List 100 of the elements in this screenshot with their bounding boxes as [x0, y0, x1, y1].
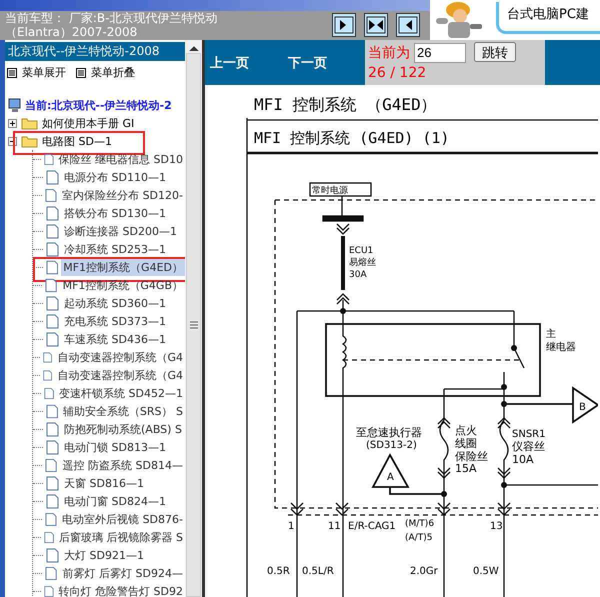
page-icon: [46, 170, 59, 184]
tree-page-item[interactable]: 冷却系统 SD253—1: [62, 240, 168, 258]
tree-page-item[interactable]: 电动室外后视镜 SD876-: [60, 510, 185, 528]
diagram-label: 0.5R: [267, 566, 290, 577]
layout-button[interactable]: [332, 13, 356, 37]
page-icon: [46, 494, 59, 508]
page-icon: [44, 530, 54, 544]
diagram-label: 0.5L/R: [302, 566, 334, 577]
scrollbar[interactable]: [185, 40, 202, 597]
page-icon: [43, 350, 52, 364]
diagram-label: 至怠速执行器: [356, 426, 422, 439]
page-icon: [46, 314, 59, 328]
diagram-label: 2.0Gr: [410, 566, 438, 577]
diagram-label: A: [387, 472, 394, 483]
page-icon: [46, 242, 59, 256]
tree-page-item[interactable]: 起动系统 SD360—1: [62, 294, 168, 312]
page-icon: [46, 332, 59, 346]
diagram-label: (A/T)5: [405, 533, 432, 543]
tree-page-item[interactable]: 前雾灯 后雾灯 SD924—: [60, 564, 185, 582]
page-count: 26 / 122: [368, 64, 426, 83]
page-icon: [46, 548, 59, 562]
diagram-label: ECU1: [349, 246, 374, 256]
diagram-label: 常时电源: [312, 186, 348, 196]
ad-banner[interactable]: 台式电脑PC建: [492, 0, 600, 40]
tree-page-item[interactable]: 辅助安全系统（SRS） S: [60, 402, 185, 420]
menu-list-icon: [7, 68, 17, 78]
tree-page-item[interactable]: 搭铁分布 SD130—1: [62, 204, 168, 222]
page-icon: [44, 152, 54, 166]
tree-page-item[interactable]: MF1控制系统（G4ED）: [61, 258, 185, 276]
tree-page-item[interactable]: 自动变速器控制系统（G4: [55, 366, 185, 384]
folder-icon: [21, 134, 38, 148]
page-icon: [46, 260, 58, 274]
menu-list-icon: [76, 68, 86, 78]
page-icon: [46, 476, 59, 490]
expand-toggle[interactable]: [8, 118, 17, 128]
diagram-label: 线圈: [455, 437, 477, 450]
tree-page-item[interactable]: 车速系统 SD436—1: [62, 330, 168, 348]
diagram-label: 继电器: [546, 342, 576, 353]
diagram-label: E/R-CAG1: [348, 521, 396, 532]
page-icon: [46, 224, 59, 238]
menu-link[interactable]: 菜单展开: [7, 65, 66, 80]
previous-page-link[interactable]: 上一页: [210, 54, 283, 72]
sheet-title: MFI 控制系统 (G4ED) (1): [254, 129, 450, 147]
tree-folder-item[interactable]: 电路图 SD—1: [42, 134, 112, 148]
current-page-label: 当前为: [368, 45, 410, 61]
diagram-label: 主: [546, 329, 556, 340]
diagram-label: 10A: [512, 453, 534, 466]
page-icon: [46, 296, 59, 310]
computer-icon: [8, 98, 22, 112]
page-icon: [46, 206, 59, 220]
grip-icon: [188, 321, 198, 329]
page-icon: [45, 278, 58, 292]
jump-button[interactable]: 跳转: [474, 42, 516, 62]
tree-page-item[interactable]: 遥控 防盗系统 SD814—: [60, 456, 185, 474]
page-icon: [46, 404, 58, 418]
page-icon: [46, 440, 59, 454]
tree-page-item[interactable]: 变速杆锁系统 SD452—1: [57, 384, 185, 402]
tree-folder-item[interactable]: 如何使用本手册 GI: [42, 116, 134, 130]
diagram-label: (SD313-2): [366, 440, 417, 451]
tree-page-item[interactable]: 自动变速器控制系统（G4: [55, 348, 185, 366]
page-number-field[interactable]: 26: [414, 42, 466, 62]
tree-page-item[interactable]: 充电系统 SD373—1: [62, 312, 168, 330]
car-model-text: 当前车型： 厂家:B-北京现代伊兰特悦动 （Elantra）2007-2008: [4, 11, 218, 40]
next-page-link[interactable]: 下一页: [288, 54, 361, 72]
diagram-label: 点火: [455, 424, 477, 437]
page-icon: [44, 386, 54, 400]
tree-page-item[interactable]: 室内保险丝分布 SD120-: [60, 186, 185, 204]
tree-page-item[interactable]: 诊断连接器 SD200—1: [62, 222, 179, 240]
page-icon: [45, 188, 58, 202]
layout-button[interactable]: [364, 13, 388, 37]
diagram-label: 1: [288, 521, 294, 532]
layout-button[interactable]: [396, 13, 420, 37]
tree-page-item[interactable]: 保险丝 继电器信息 SD10: [56, 150, 185, 168]
tree-page-item[interactable]: 大灯 SD921—1: [62, 546, 146, 564]
page-icon: [45, 566, 58, 580]
diagram-label: (M/T)6: [405, 519, 434, 529]
page-icon: [43, 368, 52, 382]
scroll-up-arrow-icon[interactable]: [188, 45, 198, 51]
tree-page-item[interactable]: 后窗玻璃 后视镜除雾器 S: [57, 528, 185, 546]
page-icon: [46, 422, 59, 436]
tree-page-item[interactable]: 电动门锁 SD813—1: [62, 438, 168, 456]
diagram-label: B: [579, 402, 586, 413]
page-title: MFI 控制系统 （G4ED）: [254, 95, 437, 114]
tree-page-item[interactable]: 电动门窗 SD824—1: [62, 492, 168, 510]
folder-icon: [21, 116, 38, 130]
diagram-label: 易熔丝: [349, 258, 376, 268]
tree-page-item[interactable]: 防抱死制动系统(ABS) S: [62, 420, 184, 438]
diagram-label: 仪容丝: [512, 440, 545, 453]
menu-link[interactable]: 菜单折叠: [76, 65, 135, 80]
diagram-label: 保险丝: [455, 450, 488, 463]
sidebar-title: 北京现代--伊兰特悦动-2008: [5, 42, 185, 61]
diagram-label: 13: [490, 521, 503, 532]
tree-page-item[interactable]: 天窗 SD816—1: [62, 474, 146, 492]
page-icon: [45, 512, 58, 526]
diagram-label: 30A: [349, 270, 367, 280]
tree-page-item[interactable]: 转向灯 危险警告灯 SD92: [56, 582, 185, 597]
tree-page-item[interactable]: MF1控制系统（G4GB）: [60, 276, 185, 294]
tree-page-item[interactable]: 电源分布 SD110—1: [62, 168, 168, 186]
tree-root-label[interactable]: 当前:北京现代--伊兰特悦动-2: [25, 98, 172, 112]
page-icon: [45, 458, 58, 472]
